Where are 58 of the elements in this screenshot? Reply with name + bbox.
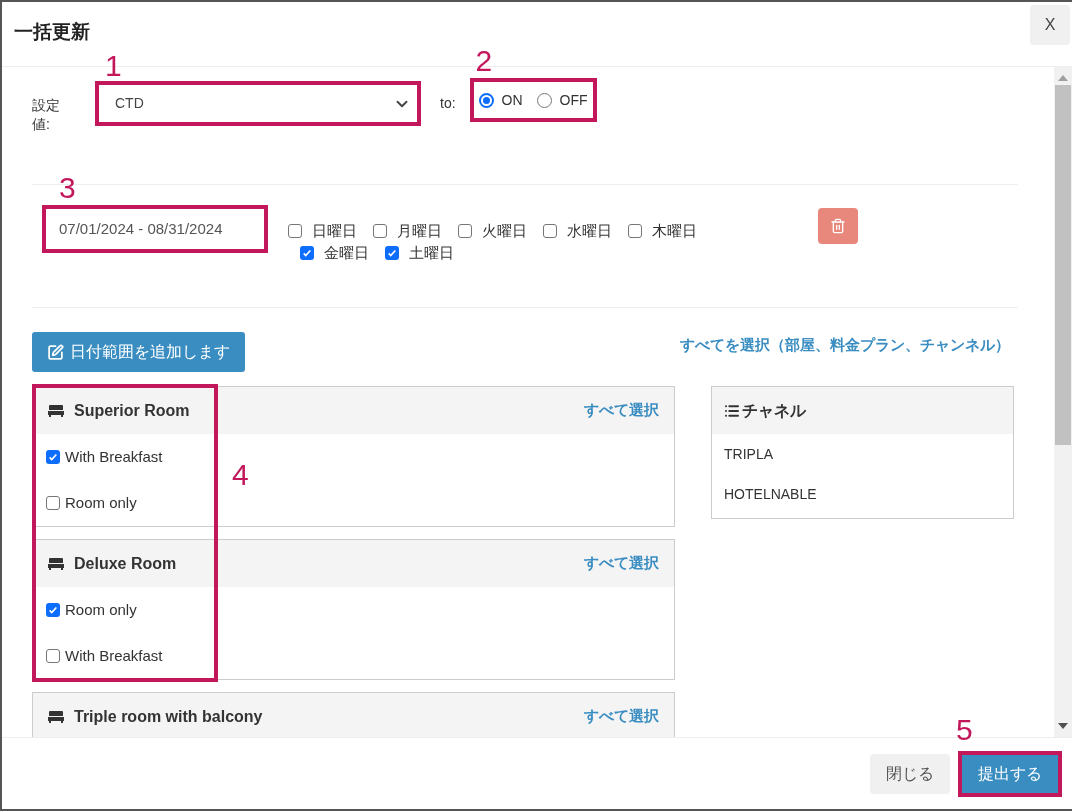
edit-icon (47, 343, 64, 361)
weekday-label: 水曜日 (567, 221, 612, 241)
list-icon (724, 402, 740, 419)
checkbox[interactable] (46, 450, 60, 464)
scroll-up-icon[interactable] (1058, 75, 1068, 81)
channel-title: チャネル (742, 400, 806, 421)
checkmark-icon (302, 248, 312, 258)
annotation-number: 1 (105, 51, 122, 81)
rate-plan-label: Room only (65, 599, 137, 620)
checkmark-icon (48, 605, 58, 615)
rate-plan-label: With Breakfast (65, 446, 163, 467)
checkbox[interactable] (543, 224, 557, 238)
checkbox[interactable] (385, 246, 399, 260)
checkbox[interactable] (300, 246, 314, 260)
close-button[interactable]: X (1030, 5, 1070, 45)
weekday-label: 火曜日 (482, 221, 527, 241)
submit-button[interactable]: 提出する (962, 754, 1058, 793)
close-button[interactable]: 閉じる (870, 753, 950, 794)
to-label: to: (440, 94, 456, 113)
select-all-link[interactable]: すべてを選択（部屋、料金プラン、チャンネル） (680, 334, 1010, 357)
channel-item[interactable]: HOTELNABLE (712, 474, 1013, 514)
annotation-number: 5 (956, 714, 973, 745)
radio-label: OFF (559, 90, 588, 110)
checkbox[interactable] (458, 224, 472, 238)
scroll-down-icon[interactable] (1058, 723, 1068, 729)
weekday-label: 金曜日 (324, 243, 369, 263)
weekday-label: 土曜日 (409, 243, 454, 263)
annotation-number: 2 (475, 46, 493, 76)
room-name: Superior Room (74, 400, 190, 421)
annotation-number: 4 (232, 460, 249, 490)
rate-plan-label: Room only (65, 492, 137, 513)
checkmark-icon (48, 452, 58, 462)
checkbox[interactable] (288, 224, 302, 238)
channel-item[interactable]: TRIPLA (712, 434, 1013, 474)
checkmark-icon (387, 248, 397, 258)
checkbox[interactable] (373, 224, 387, 238)
bed-icon (48, 403, 64, 418)
add-date-range-button[interactable]: 日付範囲を追加します (32, 332, 245, 372)
scrollbar[interactable] (1054, 67, 1072, 737)
radio-label: ON (501, 90, 523, 110)
bed-icon (48, 556, 64, 571)
annotation-number: 3 (59, 173, 76, 203)
checkbox[interactable] (46, 603, 60, 617)
bed-icon (48, 709, 64, 724)
room-name: Deluxe Room (74, 553, 177, 574)
weekday-label: 月曜日 (397, 221, 442, 241)
radio-button[interactable] (478, 92, 494, 108)
dialog-title: 一括更新 (14, 20, 90, 44)
checkbox[interactable] (46, 649, 60, 663)
rate-plan-label: With Breakfast (65, 645, 163, 666)
room-name: Triple room with balcony (74, 706, 263, 727)
checkbox[interactable] (628, 224, 642, 238)
checkbox[interactable] (46, 496, 60, 510)
setting-label: 設定値: (32, 96, 61, 134)
weekday-label: 日曜日 (312, 221, 357, 241)
delete-button[interactable] (818, 208, 858, 244)
weekday-label: 木曜日 (652, 221, 697, 241)
trash-icon (830, 218, 846, 234)
